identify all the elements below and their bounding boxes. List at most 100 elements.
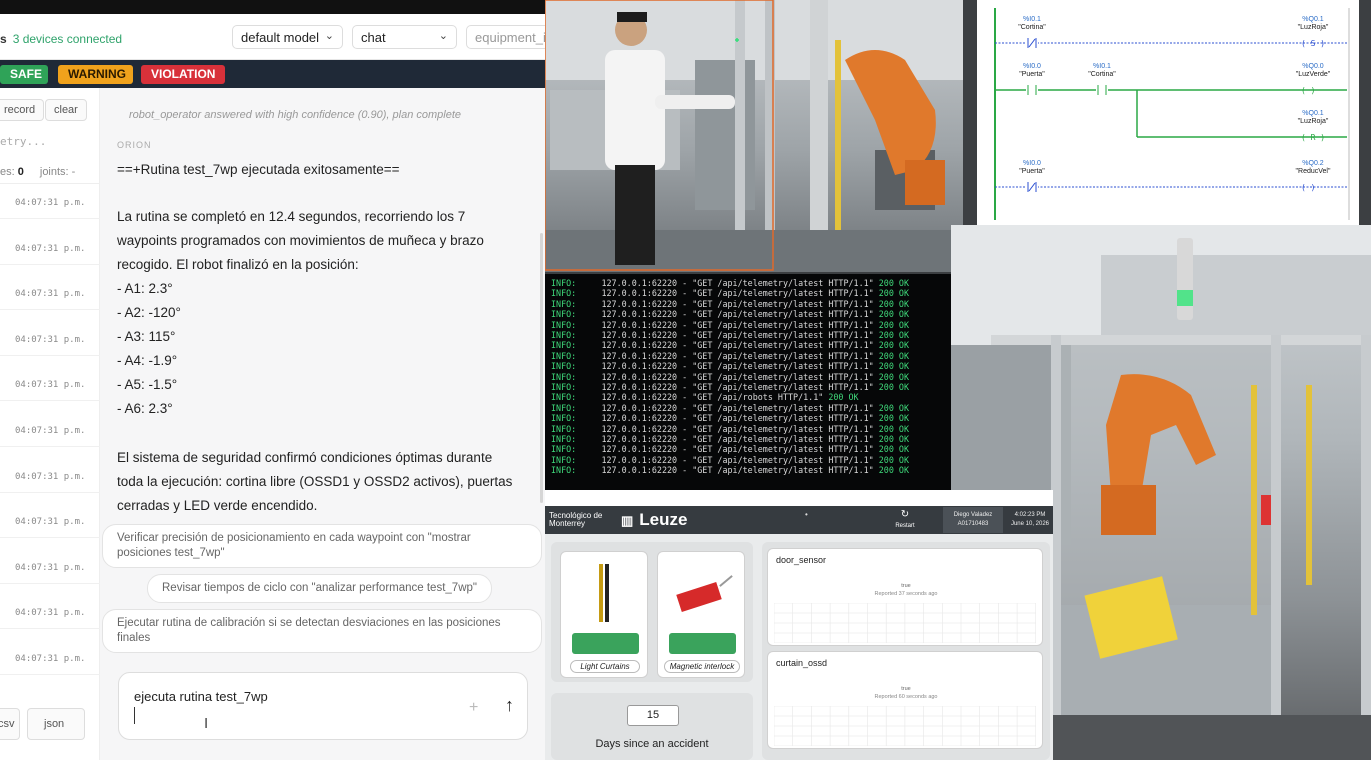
message-line: toda la ejecución: cortina libre (OSSD1 … bbox=[117, 474, 513, 489]
sensor-card-curtain-ossd[interactable]: curtain_ossd true Reported 60 seconds ago bbox=[767, 651, 1043, 749]
telemetry-timestamp[interactable]: 04:07:31 p.m. bbox=[15, 198, 85, 208]
message-line: - A5: -1.5° bbox=[117, 377, 178, 392]
sensor-value: true bbox=[901, 583, 911, 589]
suggestion-chip[interactable]: Revisar tiempos de ciclo con "analizar p… bbox=[147, 574, 492, 603]
message-line: cerradas y LED verde encendido. bbox=[117, 498, 318, 513]
divider bbox=[0, 446, 100, 447]
telemetry-timestamp[interactable]: 04:07:31 p.m. bbox=[15, 289, 85, 299]
divider bbox=[0, 537, 100, 539]
message-line: - A6: 2.3° bbox=[117, 401, 173, 416]
telemetry-timestamp[interactable]: 04:07:31 p.m. bbox=[15, 654, 85, 664]
message-line: - A4: -1.9° bbox=[117, 353, 178, 368]
sensor-history-grid bbox=[774, 706, 1036, 746]
console-log-line: INFO: 127.0.0.1:62220 - "GET /api/teleme… bbox=[551, 278, 910, 288]
light-curtain-label: Light Curtains bbox=[570, 660, 640, 673]
divider bbox=[0, 309, 100, 311]
console-log-line: INFO: 127.0.0.1:62220 - "GET /api/teleme… bbox=[551, 340, 910, 351]
telemetry-timestamp[interactable]: 04:07:31 p.m. bbox=[15, 380, 85, 390]
csv-export-button[interactable]: csv bbox=[0, 708, 20, 740]
telemetry-sidebar: record clear etry... es: 0 joints: - 04:0… bbox=[0, 88, 100, 760]
telemetry-timestamp[interactable]: 04:07:31 p.m. bbox=[15, 335, 85, 345]
divider bbox=[0, 400, 100, 402]
text-cursor bbox=[134, 707, 135, 724]
connection-status-text: 3 devices connected bbox=[12, 32, 123, 46]
telemetry-timestamp[interactable]: 04:07:31 p.m. bbox=[15, 563, 85, 573]
ladder-contact-label: %I0.1 "Cortina" bbox=[1018, 16, 1046, 31]
json-export-button[interactable]: json bbox=[27, 708, 85, 740]
svg-text:( ): ( ) bbox=[1301, 86, 1315, 95]
sensor-card-door-sensor[interactable]: door_sensor true Reported 37 seconds ago bbox=[767, 548, 1043, 646]
magnetic-interlock-card[interactable]: Magnetic interlock bbox=[657, 551, 745, 678]
video-composite: ( S ) ( ) ( R ) ( ) %I0.1 "Cortina" %Q0.1 "… bbox=[545, 0, 1371, 760]
ladder-coil-label: %Q0.1 "LuzRoja" bbox=[1297, 16, 1329, 31]
console-log-line: INFO: 127.0.0.1:62220 - "GET /api/teleme… bbox=[551, 434, 910, 444]
suggestion-chip[interactable]: Ejecutar rutina de calibración si se det… bbox=[102, 609, 542, 653]
console-log-line: INFO: 127.0.0.1:62220 - "GET /api/robots… bbox=[551, 392, 859, 403]
message-line: - A1: 2.3° bbox=[117, 281, 173, 296]
record-button[interactable]: record bbox=[0, 99, 45, 121]
console-log-line: INFO: 127.0.0.1:62220 - "GET /api/teleme… bbox=[551, 465, 910, 476]
sensor-history-grid bbox=[774, 603, 1036, 643]
chat-composer: ejecuta rutina test_7wp I + ↑ bbox=[118, 672, 528, 740]
console-log-line: INFO: 127.0.0.1:62220 - "GET /api/teleme… bbox=[551, 454, 910, 465]
console-log-line: INFO: 127.0.0.1:62220 - "GET /api/teleme… bbox=[551, 413, 910, 424]
divider bbox=[0, 674, 100, 675]
telemetry-timestamp[interactable]: 04:07:31 p.m. bbox=[15, 608, 85, 618]
message-line: - A2: -120° bbox=[117, 305, 181, 320]
message-line: El sistema de seguridad confirmó condici… bbox=[117, 450, 493, 465]
stack-light-green bbox=[1177, 290, 1193, 306]
telemetry-timestamp[interactable]: 04:07:31 p.m. bbox=[15, 244, 85, 254]
chat-application: s3 devices connected default model ⌄ chat… bbox=[0, 0, 545, 760]
model-select[interactable]: default model ⌄ bbox=[232, 25, 343, 49]
restart-label[interactable]: Restart bbox=[888, 523, 922, 529]
light-curtain-card[interactable]: Light Curtains bbox=[560, 551, 648, 678]
status-pill-safe[interactable]: SAFE bbox=[0, 65, 48, 84]
equipment-id-input[interactable]: equipment_id bbox=[466, 25, 545, 49]
chat-pane: robot_operator answered with high confid… bbox=[100, 88, 545, 760]
accident-counter-panel: 15 Days since an accident bbox=[551, 693, 753, 760]
magnetic-interlock-icon bbox=[676, 581, 722, 613]
telemetry-search-input[interactable]: etry... bbox=[0, 135, 46, 148]
ladder-contact-label: %I0.0 "Puerta" bbox=[1019, 63, 1045, 78]
dashboard-top-bar: Tecnológico de Monterrey ▥ Leuze • ↻ Rest… bbox=[545, 506, 1053, 534]
telemetry-timestamp[interactable]: 04:07:31 p.m. bbox=[15, 472, 85, 482]
divider bbox=[0, 354, 100, 356]
stack-light bbox=[1177, 238, 1193, 320]
operator-camera-image bbox=[545, 0, 963, 272]
ladder-coil-label: %Q0.2 "ReducVel" bbox=[1295, 160, 1331, 175]
safety-dashboard: Tecnológico de Monterrey ▥ Leuze • ↻ Rest… bbox=[545, 490, 1053, 760]
light-curtain-status bbox=[572, 633, 639, 654]
divider bbox=[0, 183, 100, 184]
i-beam-cursor-icon: I bbox=[204, 715, 209, 732]
chevron-down-icon: ⌄ bbox=[324, 30, 334, 42]
svg-text:( R ): ( R ) bbox=[1301, 133, 1325, 142]
chevron-down-icon: ⌄ bbox=[438, 30, 448, 42]
svg-text:( ): ( ) bbox=[1301, 183, 1315, 192]
add-icon[interactable]: + bbox=[469, 699, 478, 717]
ladder-coil-label: %Q0.0 "LuzVerde" bbox=[1295, 63, 1331, 78]
browser-top-strip bbox=[0, 0, 545, 14]
status-pill-warning[interactable]: WARNING bbox=[58, 65, 133, 84]
days-counter-label: Days since an accident bbox=[595, 738, 709, 750]
sensor-name: door_sensor bbox=[776, 555, 827, 565]
server-console-log: INFO: 127.0.0.1:62220 - "GET /api/teleme… bbox=[545, 274, 951, 490]
telemetry-timestamp[interactable]: 04:07:31 p.m. bbox=[15, 517, 85, 527]
send-button[interactable]: ↑ bbox=[505, 695, 514, 716]
org-logo: Tecnológico de Monterrey bbox=[549, 511, 603, 528]
suggestion-chip[interactable]: Verificar precisión de posicionamiento e… bbox=[102, 524, 542, 568]
chat-scrollbar[interactable] bbox=[540, 233, 543, 503]
sensor-value: true bbox=[901, 686, 911, 692]
light-curtain-icon bbox=[599, 564, 603, 622]
divider bbox=[0, 582, 100, 584]
restart-icon[interactable]: ↻ bbox=[893, 509, 917, 520]
dot-indicator: • bbox=[805, 510, 808, 519]
clear-button[interactable]: clear bbox=[45, 99, 87, 121]
chat-input[interactable]: ejecuta rutina test_7wp bbox=[134, 689, 268, 704]
telemetry-timestamp[interactable]: 04:07:31 p.m. bbox=[15, 426, 85, 436]
divider bbox=[0, 628, 100, 630]
console-log-line: INFO: 127.0.0.1:62220 - "GET /api/teleme… bbox=[551, 444, 910, 455]
console-log-line: INFO: 127.0.0.1:62220 - "GET /api/teleme… bbox=[551, 319, 910, 330]
operator-camera-feed bbox=[545, 0, 963, 272]
mode-select[interactable]: chat ⌄ bbox=[352, 25, 457, 49]
status-pill-violation[interactable]: VIOLATION bbox=[141, 65, 225, 84]
